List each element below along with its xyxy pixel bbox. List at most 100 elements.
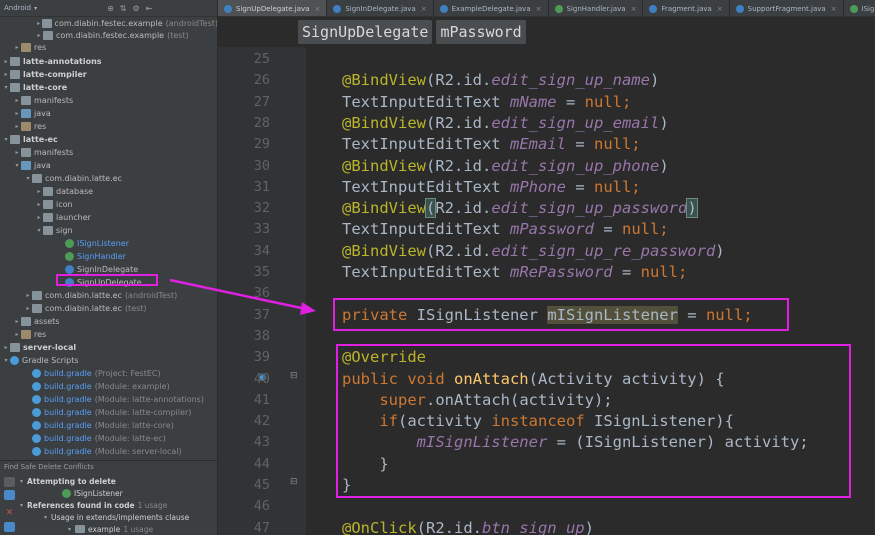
- tree-item[interactable]: ▸ com.diabin.festec.example (test): [0, 29, 217, 41]
- chevron-right-icon[interactable]: ▸: [13, 123, 21, 130]
- tree-item[interactable]: build.gradle (Module: example): [0, 380, 217, 392]
- chevron-right-icon[interactable]: ▸: [35, 201, 43, 208]
- code-line[interactable]: @BindView(R2.id.edit_sign_up_email): [342, 113, 669, 134]
- example-row[interactable]: ▾ example 1 usage: [68, 523, 153, 535]
- chevron-right-icon[interactable]: ▸: [35, 188, 43, 195]
- tree-item[interactable]: ▸ com.diabin.latte.ec (androidTest): [0, 289, 217, 301]
- tree-item-hint: (Module: latte-compiler): [94, 407, 192, 417]
- chevron-right-icon[interactable]: ▸: [35, 20, 42, 27]
- tree-item-label: build.gradle: [44, 420, 92, 430]
- editor-tab[interactable]: SignHandler.java ×: [549, 0, 644, 16]
- code-line[interactable]: @BindView(R2.id.edit_sign_up_password): [342, 198, 698, 219]
- breadcrumb-field[interactable]: mPassword: [436, 20, 526, 44]
- tree-item[interactable]: ▸ launcher: [0, 211, 217, 223]
- rerun-icon[interactable]: [4, 477, 15, 487]
- chevron-right-icon[interactable]: ▸: [13, 318, 21, 325]
- tree-item[interactable]: ▸ database: [0, 185, 217, 197]
- tree-item[interactable]: ▸ icon: [0, 198, 217, 210]
- editor-tab[interactable]: SupportFragment.java ×: [730, 0, 844, 16]
- chevron-down-icon[interactable]: ▾: [2, 84, 10, 91]
- code-line[interactable]: TextInputEditText mEmail = null;: [342, 134, 641, 155]
- chevron-right-icon[interactable]: ▸: [13, 97, 21, 104]
- close-icon[interactable]: ×: [831, 5, 837, 13]
- tree-item[interactable]: build.gradle (Module: server-local): [0, 445, 217, 457]
- chevron-right-icon[interactable]: ▸: [13, 44, 21, 51]
- tree-item[interactable]: ▸ res: [0, 120, 217, 132]
- usage-row[interactable]: ▾ Usage in extends/implements clause: [44, 511, 189, 523]
- project-view-selector[interactable]: Android: [4, 4, 31, 12]
- tree-item[interactable]: ▸ latte-compiler: [0, 68, 217, 80]
- tree-item[interactable]: build.gradle (Module: latte-annotations): [0, 393, 217, 405]
- tree-item[interactable]: ▸ assets: [0, 315, 217, 327]
- tree-item[interactable]: ▾ latte-ec: [0, 133, 217, 145]
- code-line[interactable]: @BindView(R2.id.edit_sign_up_name): [342, 70, 659, 91]
- chevron-down-icon[interactable]: ▾: [2, 136, 10, 143]
- hide-icon[interactable]: ⇤: [146, 4, 153, 13]
- editor-tab[interactable]: ISignLis: [844, 0, 875, 16]
- editor-tab[interactable]: SignInDelegate.java ×: [327, 0, 434, 16]
- editor-tab[interactable]: SignUpDelegate.java ×: [218, 0, 328, 16]
- gear-icon[interactable]: ⚙: [133, 4, 140, 13]
- chevron-right-icon[interactable]: ▸: [35, 214, 43, 221]
- fold-icon[interactable]: ⊟: [290, 477, 298, 487]
- code-line[interactable]: @BindView(R2.id.edit_sign_up_re_password…: [342, 241, 725, 262]
- close-icon[interactable]: ✕: [4, 508, 15, 518]
- sync-icon[interactable]: ⊕: [107, 4, 114, 13]
- tree-item[interactable]: ▸ res: [0, 41, 217, 53]
- delete-target-row[interactable]: ISignListener: [62, 487, 123, 499]
- chevron-down-icon[interactable]: ▾: [13, 162, 21, 169]
- tree-item[interactable]: ▸ manifests: [0, 146, 217, 158]
- close-icon[interactable]: ×: [631, 5, 637, 13]
- tree-item[interactable]: ISignListener: [0, 237, 217, 249]
- code-line[interactable]: TextInputEditText mPassword = null;: [342, 219, 669, 240]
- tree-item[interactable]: ▸ manifests: [0, 94, 217, 106]
- chevron-down-icon[interactable]: ▾: [35, 227, 43, 234]
- chevron-down-icon[interactable]: ▾: [24, 175, 32, 182]
- code-line[interactable]: TextInputEditText mRePassword = null;: [342, 262, 687, 283]
- chevron-down-icon[interactable]: ▾: [2, 357, 10, 364]
- filter-icon[interactable]: [4, 490, 15, 500]
- close-icon[interactable]: ×: [536, 5, 542, 13]
- tree-item[interactable]: build.gradle (Module: latte-compiler): [0, 406, 217, 418]
- collapse-icon[interactable]: ⇅: [120, 4, 127, 13]
- tree-item[interactable]: ▾ sign: [0, 224, 217, 236]
- tree-item[interactable]: build.gradle (Module: latte-ec): [0, 432, 217, 444]
- code-line[interactable]: TextInputEditText mPhone = null;: [342, 177, 641, 198]
- editor-tab[interactable]: Fragment.java ×: [643, 0, 730, 16]
- editor-tab[interactable]: ExampleDelegate.java ×: [434, 0, 549, 16]
- chevron-right-icon[interactable]: ▸: [2, 71, 10, 78]
- tree-item[interactable]: ▸ latte-annotations: [0, 55, 217, 67]
- tree-item[interactable]: ▸ res: [0, 328, 217, 340]
- tree-item[interactable]: ▸ java: [0, 107, 217, 119]
- chevron-right-icon[interactable]: ▸: [35, 32, 43, 39]
- close-icon[interactable]: ×: [717, 5, 723, 13]
- group-icon[interactable]: [4, 522, 15, 532]
- tree-item[interactable]: build.gradle (Module: latte-core): [0, 419, 217, 431]
- chevron-right-icon[interactable]: ▸: [13, 331, 21, 338]
- tree-item[interactable]: ▸ com.diabin.festec.example (androidTest): [0, 17, 217, 29]
- chevron-right-icon[interactable]: ▸: [13, 110, 21, 117]
- tree-item[interactable]: ▸ com.diabin.latte.ec (test): [0, 302, 217, 314]
- close-icon[interactable]: ×: [421, 5, 427, 13]
- attempting-row[interactable]: ▾ Attempting to delete: [20, 475, 116, 487]
- references-row[interactable]: ▾ References found in code 1 usage: [20, 499, 167, 511]
- tree-item[interactable]: ▾ Gradle Scripts: [0, 354, 217, 366]
- chevron-right-icon[interactable]: ▸: [2, 58, 10, 65]
- code-line[interactable]: @BindView(R2.id.edit_sign_up_phone): [342, 156, 669, 177]
- chevron-right-icon[interactable]: ▸: [24, 292, 32, 299]
- code-line[interactable]: TextInputEditText mName = null;: [342, 92, 631, 113]
- tree-item[interactable]: ▾ com.diabin.latte.ec: [0, 172, 217, 184]
- tree-item[interactable]: ▸ server-local: [0, 341, 217, 353]
- close-icon[interactable]: ×: [314, 5, 320, 13]
- fold-icon[interactable]: ⊟: [290, 371, 298, 381]
- chevron-right-icon[interactable]: ▸: [2, 344, 10, 351]
- tree-item[interactable]: SignHandler: [0, 250, 217, 262]
- tree-item[interactable]: build.gradle (Project: FestEC): [0, 367, 217, 379]
- code-line[interactable]: @OnClick(R2.id.btn_sign_up): [342, 518, 594, 535]
- chevron-right-icon[interactable]: ▸: [13, 149, 21, 156]
- tree-item[interactable]: ▾ java: [0, 159, 217, 171]
- dropdown-icon[interactable]: ▾: [34, 5, 37, 12]
- breadcrumb-class[interactable]: SignUpDelegate: [298, 20, 433, 44]
- chevron-right-icon[interactable]: ▸: [24, 305, 32, 312]
- tree-item[interactable]: ▾ latte-core: [0, 81, 217, 93]
